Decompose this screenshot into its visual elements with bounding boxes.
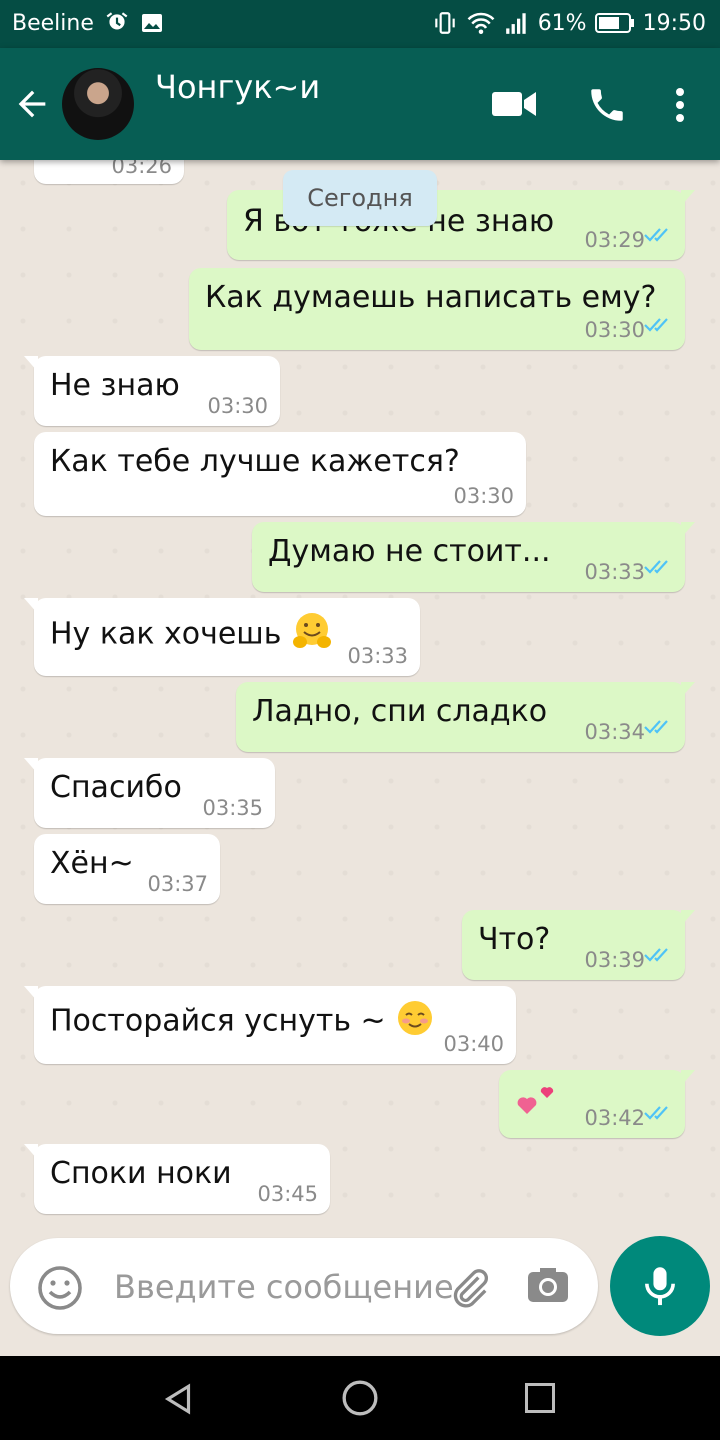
alarm-icon (104, 10, 130, 36)
system-nav-bar (0, 1356, 720, 1440)
video-call-icon[interactable] (490, 84, 538, 128)
message-input[interactable]: Введите сообщение (114, 1268, 454, 1306)
back-arrow-icon[interactable] (12, 84, 52, 124)
read-ticks-icon (643, 937, 675, 972)
message-time: 03:29 (584, 228, 645, 252)
message-time: 03:42 (584, 1106, 645, 1130)
message-time: 03:30 (453, 484, 514, 508)
message-time: 03:35 (202, 796, 263, 820)
message-bubble-incoming[interactable]: Посторайся уснуть ~ 03:40 (24, 986, 516, 1064)
message-text: Что? (478, 922, 551, 957)
avatar[interactable] (62, 68, 134, 140)
message-time: 03:33 (347, 644, 408, 668)
message-bubble-incoming[interactable]: Ну как хочешь 03:33 (24, 598, 420, 676)
more-vert-icon[interactable] (670, 84, 690, 130)
read-ticks-icon (643, 549, 675, 584)
message-bubble-incoming[interactable]: 03:26 (34, 160, 184, 184)
message-text: Посторайся уснуть ~ (50, 998, 435, 1046)
chat-area[interactable]: 03:26 Сегодня Я вот тоже не знаю 03:29 К… (0, 160, 720, 1232)
carrier-label: Beeline (12, 10, 94, 36)
status-bar: Beeline 61% 19:50 (0, 0, 720, 48)
message-text (515, 1078, 559, 1130)
nav-back-icon[interactable] (160, 1380, 198, 1422)
message-time: 03:45 (257, 1182, 318, 1206)
message-text: Как думаешь написать ему? (205, 280, 657, 315)
vibrate-icon (432, 10, 458, 36)
message-text: Хён~ (50, 846, 134, 881)
read-ticks-icon (643, 709, 675, 744)
clock: 19:50 (642, 10, 706, 36)
message-time: 03:40 (443, 1032, 504, 1056)
message-time: 03:37 (147, 872, 208, 896)
battery-icon (594, 12, 635, 34)
message-bubble-incoming[interactable]: Споки ноки 03:45 (24, 1144, 330, 1214)
smiling-face-icon (395, 998, 435, 1046)
battery-percent: 61% (537, 10, 587, 36)
message-bubble-outgoing[interactable]: Как думаешь написать ему? 03:30 (189, 268, 685, 350)
message-time: 03:39 (584, 948, 645, 972)
message-text: Споки ноки (50, 1156, 232, 1191)
message-bubble-outgoing[interactable]: Ладно, спи сладко 03:34 (236, 682, 695, 752)
message-time: 03:30 (584, 318, 645, 342)
message-bubble-incoming[interactable]: Не знаю 03:30 (24, 356, 280, 426)
message-time: 03:34 (584, 720, 645, 744)
message-bubble-outgoing[interactable]: Думаю не стоит... 03:33 (252, 522, 695, 592)
message-text: Думаю не стоит... (268, 534, 551, 569)
message-bubble-incoming[interactable]: Как тебе лучше кажется? 03:30 (34, 432, 526, 516)
message-text: Как тебе лучше кажется? (50, 444, 460, 479)
read-ticks-icon (643, 1095, 675, 1130)
nav-recents-icon[interactable] (522, 1380, 558, 1420)
message-bubble-incoming[interactable]: Хён~ 03:37 (34, 834, 220, 904)
signal-icon (504, 11, 530, 35)
gallery-icon (140, 11, 164, 35)
phone-icon[interactable] (586, 84, 628, 130)
message-input-bar[interactable]: Введите сообщение (10, 1238, 598, 1334)
read-ticks-icon (643, 217, 675, 252)
camera-icon[interactable] (524, 1262, 572, 1314)
chat-header: Чонгук~и (0, 48, 720, 160)
read-ticks-icon (643, 307, 675, 342)
message-time: 03:33 (584, 560, 645, 584)
microphone-icon (640, 1264, 680, 1314)
voice-record-button[interactable] (610, 1236, 710, 1336)
nav-home-icon[interactable] (340, 1378, 380, 1422)
message-text: Не знаю (50, 368, 180, 403)
message-text: Ладно, спи сладко (252, 694, 548, 729)
date-chip: Сегодня (283, 170, 437, 226)
message-time: 03:30 (207, 394, 268, 418)
hugging-face-icon (291, 610, 333, 660)
message-bubble-outgoing[interactable]: Что? 03:39 (462, 910, 695, 980)
two-hearts-icon (515, 1078, 559, 1130)
message-bubble-outgoing[interactable]: 03:42 (499, 1070, 695, 1138)
attach-icon[interactable] (444, 1264, 494, 1318)
wifi-icon (466, 10, 496, 36)
contact-name[interactable]: Чонгук~и (155, 68, 320, 106)
message-text: Ну как хочешь (50, 610, 333, 660)
message-text: Спасибо (50, 770, 182, 805)
emoji-icon[interactable] (36, 1264, 84, 1316)
message-bubble-incoming[interactable]: Спасибо 03:35 (24, 758, 275, 828)
message-time: 03:26 (111, 160, 172, 178)
